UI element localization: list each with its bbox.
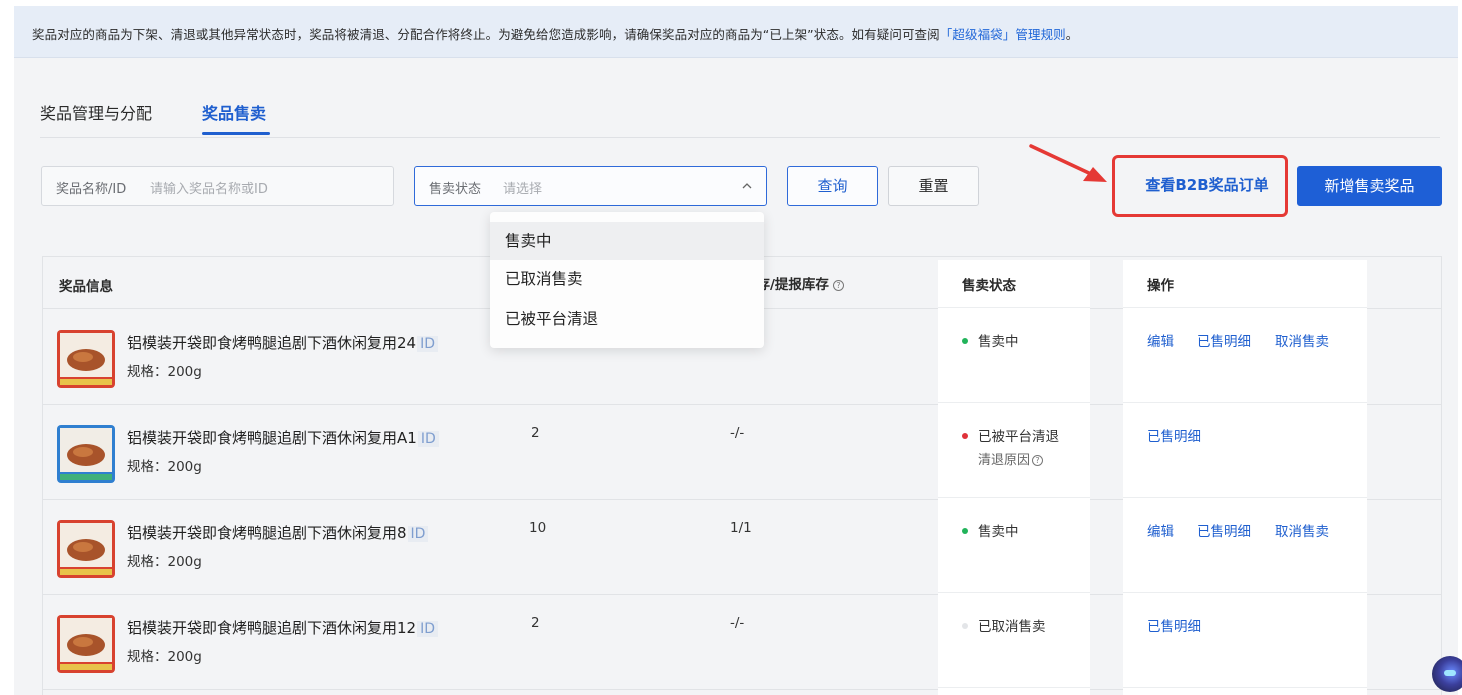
status-cell: 售卖中 (938, 498, 1090, 593)
query-button[interactable]: 查询 (787, 166, 878, 206)
product-spec: 规格：200g (127, 649, 202, 665)
prize-name-placeholder: 请输入奖品名称或ID (150, 182, 268, 197)
annotation-arrow-icon (1029, 144, 1107, 182)
status-cell: 售卖中 (938, 308, 1090, 403)
product-name: 铝模装开袋即食烤鸭腿追剧下酒休闲复用12 ID (127, 617, 439, 638)
id-tag[interactable]: ID (417, 431, 439, 447)
product-name: 铝模装开袋即食烤鸭腿追剧下酒休闲复用24 ID (127, 332, 439, 353)
stock-value: -/- (730, 615, 745, 631)
operations-column: 操作 编辑 已售明细 取消售卖 已售明细 编辑 已售明细 取消售卖 已售明细 (1123, 260, 1367, 695)
product-thumbnail (57, 520, 115, 578)
option-on-sale[interactable]: 售卖中 (490, 222, 764, 260)
id-tag[interactable]: ID (417, 621, 439, 637)
status-dot-icon (962, 433, 968, 439)
header-operations: 操作 (1147, 278, 1174, 294)
stock-value: 1/1 (730, 520, 752, 536)
annotation-highlight-box (1112, 155, 1288, 217)
id-tag[interactable]: ID (417, 336, 439, 352)
sale-status-placeholder: 请选择 (503, 182, 543, 197)
prize-name-label: 奖品名称/ID (56, 182, 127, 197)
operations-cell: 编辑 已售明细 取消售卖 (1123, 308, 1367, 403)
status-dot-icon (962, 528, 968, 534)
product-name: 铝模装开袋即食烤鸭腿追剧下酒休闲复用8 ID (127, 522, 429, 543)
stock-value: -/- (730, 425, 745, 441)
sold-detail-link[interactable]: 已售明细 (1147, 615, 1201, 635)
operations-column-header: 操作 (1123, 260, 1367, 308)
product-name: 铝模装开袋即食烤鸭腿追剧下酒休闲复用A1 ID (127, 427, 439, 448)
sale-status-dropdown: 售卖中 已取消售卖 已被平台清退 (490, 212, 764, 348)
tab-prize-management[interactable]: 奖品管理与分配 (40, 100, 152, 124)
notice-banner: 奖品对应的商品为下架、清退或其他异常状态时，奖品将被清退、分配合作将终止。为避免… (14, 6, 1458, 58)
question-circle-icon[interactable]: ? (1032, 455, 1044, 466)
product-spec: 规格：200g (127, 364, 202, 380)
sold-count: 2 (531, 425, 540, 441)
product-thumbnail (57, 615, 115, 673)
edit-link[interactable]: 编辑 (1147, 330, 1174, 350)
product-spec: 规格：200g (127, 554, 202, 570)
product-thumbnail (57, 330, 115, 388)
operations-cell: 已售明细 (1123, 403, 1367, 498)
notice-text: 奖品对应的商品为下架、清退或其他异常状态时，奖品将被清退、分配合作将终止。为避免… (32, 27, 1079, 42)
status-badge: 售卖中 (962, 330, 1019, 350)
status-badge: 已取消售卖 (962, 615, 1046, 635)
cancel-sale-link[interactable]: 取消售卖 (1275, 520, 1329, 540)
question-circle-icon[interactable]: ? (832, 280, 844, 291)
sold-detail-link[interactable]: 已售明细 (1197, 520, 1251, 540)
assistant-bot-icon[interactable] (1432, 656, 1462, 692)
option-sale-cancelled[interactable]: 已取消售卖 (490, 260, 764, 298)
prize-name-search-field[interactable]: 奖品名称/ID 请输入奖品名称或ID (41, 166, 394, 206)
status-cell: 已取消售卖 (938, 593, 1090, 688)
operations-cell: 已售明细 (1123, 593, 1367, 688)
status-badge: 已被平台清退 (962, 425, 1059, 445)
chevron-up-icon (742, 183, 752, 189)
add-sale-prize-button[interactable]: 新增售卖奖品 (1297, 166, 1442, 206)
sold-count: 2 (531, 615, 540, 631)
rules-link[interactable]: 「超级福袋」管理规则 (940, 27, 1066, 42)
tab-bar: 奖品管理与分配 奖品售卖 (40, 98, 1440, 138)
option-removed-by-platform[interactable]: 已被平台清退 (490, 300, 764, 338)
removal-reason[interactable]: 清退原因? (978, 449, 1044, 468)
sale-status-select[interactable]: 售卖状态 请选择 (414, 166, 767, 206)
header-sale-status: 售卖状态 (962, 278, 1016, 294)
sale-status-label: 售卖状态 (429, 182, 482, 197)
product-spec: 规格：200g (127, 459, 202, 475)
edit-link[interactable]: 编辑 (1147, 520, 1174, 540)
id-tag[interactable]: ID (407, 526, 429, 542)
tab-prize-sales[interactable]: 奖品售卖 (202, 100, 266, 124)
status-cell: 已被平台清退 清退原因? (938, 403, 1090, 498)
header-prize-info: 奖品信息 (59, 279, 113, 295)
operations-cell: 编辑 已售明细 取消售卖 (1123, 498, 1367, 593)
status-column: 售卖状态 售卖中 已被平台清退 清退原因? 售卖中 已取消售卖 (938, 260, 1090, 695)
status-column-header: 售卖状态 (938, 260, 1090, 308)
active-tab-indicator (202, 132, 270, 135)
product-thumbnail (57, 425, 115, 483)
cancel-sale-link[interactable]: 取消售卖 (1275, 330, 1329, 350)
sold-count: 10 (529, 520, 547, 536)
status-dot-icon (962, 338, 968, 344)
sold-detail-link[interactable]: 已售明细 (1197, 330, 1251, 350)
reset-button[interactable]: 重置 (888, 166, 979, 206)
status-badge: 售卖中 (962, 520, 1019, 540)
sold-detail-link[interactable]: 已售明细 (1147, 425, 1201, 445)
status-dot-icon (962, 623, 968, 629)
